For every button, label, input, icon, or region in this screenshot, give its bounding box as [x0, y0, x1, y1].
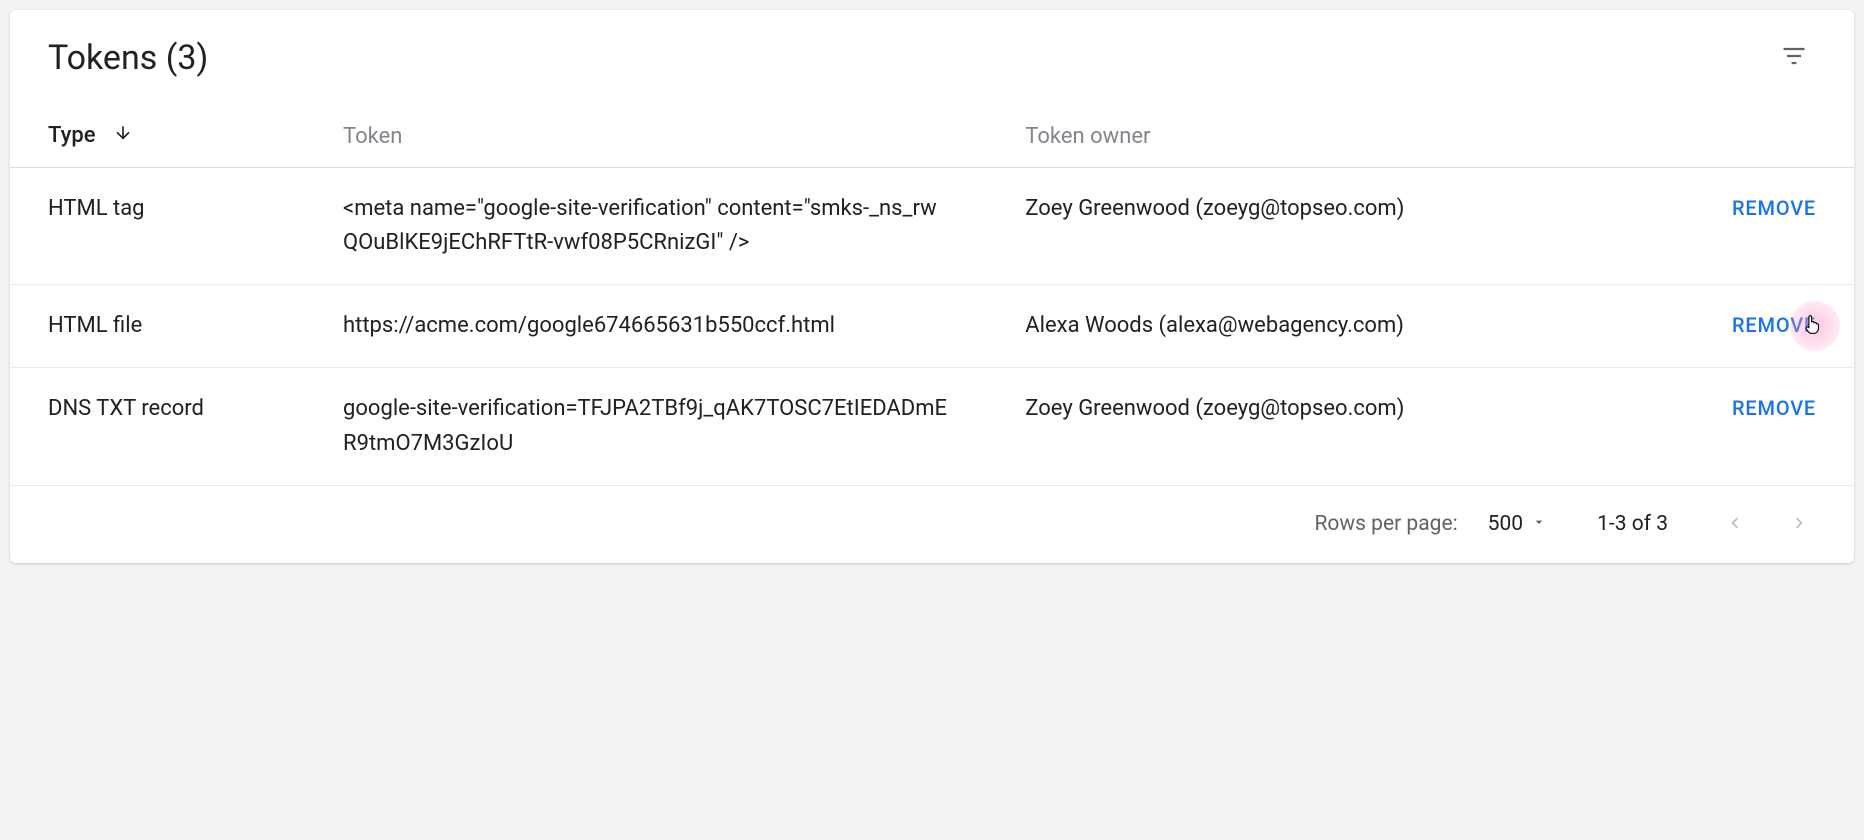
rows-per-page-label: Rows per page: [1314, 512, 1457, 536]
filter-icon [1780, 42, 1808, 73]
cell-action: REMOVE [1614, 168, 1854, 285]
pagination-bar: Rows per page: 500 1-3 of 3 [10, 486, 1854, 563]
tokens-table: Type Token Token owner HTML tag <meta na… [10, 105, 1854, 486]
page-range: 1-3 of 3 [1597, 512, 1668, 536]
rows-per-page-value: 500 [1488, 512, 1523, 536]
card-title: Tokens (3) [48, 38, 208, 78]
pagination-nav [1718, 506, 1816, 543]
sort-arrow-down-icon [113, 123, 133, 149]
remove-button[interactable]: REMOVE [1732, 396, 1816, 420]
column-header-token[interactable]: Token [305, 105, 987, 168]
cell-type: HTML tag [10, 168, 305, 285]
dropdown-arrow-icon [1531, 512, 1547, 536]
rows-per-page: Rows per page: 500 [1314, 512, 1547, 536]
column-header-type[interactable]: Type [10, 105, 305, 168]
cell-owner: Alexa Woods (alexa@webagency.com) [987, 285, 1614, 368]
tokens-card: Tokens (3) Type Token Token owner [10, 10, 1854, 563]
chevron-right-icon [1788, 512, 1810, 537]
cell-action: REMOVE [1614, 368, 1854, 485]
column-header-owner[interactable]: Token owner [987, 105, 1614, 168]
cell-type: HTML file [10, 285, 305, 368]
cell-owner: Zoey Greenwood (zoeyg@topseo.com) [987, 168, 1614, 285]
chevron-left-icon [1724, 512, 1746, 537]
column-token-label: Token [343, 124, 402, 149]
prev-page-button[interactable] [1718, 506, 1752, 543]
cell-action: REMOVE [1614, 285, 1854, 368]
cell-token: google-site-verification=TFJPA2TBf9j_qAK… [305, 368, 987, 485]
next-page-button[interactable] [1782, 506, 1816, 543]
column-header-action [1614, 105, 1854, 168]
cell-type: DNS TXT record [10, 368, 305, 485]
table-row: HTML file https://acme.com/google6746656… [10, 285, 1854, 368]
card-header: Tokens (3) [10, 10, 1854, 105]
cell-token: <meta name="google-site-verification" co… [305, 168, 987, 285]
table-header-row: Type Token Token owner [10, 105, 1854, 168]
cell-owner: Zoey Greenwood (zoeyg@topseo.com) [987, 368, 1614, 485]
column-type-label: Type [48, 123, 96, 148]
table-row: HTML tag <meta name="google-site-verific… [10, 168, 1854, 285]
cell-token: https://acme.com/google674665631b550ccf.… [305, 285, 987, 368]
filter-button[interactable] [1772, 34, 1816, 81]
column-owner-label: Token owner [1025, 124, 1150, 149]
rows-per-page-select[interactable]: 500 [1488, 512, 1547, 536]
remove-button[interactable]: REMOVE [1732, 313, 1816, 337]
remove-button[interactable]: REMOVE [1732, 196, 1816, 220]
table-row: DNS TXT record google-site-verification=… [10, 368, 1854, 485]
